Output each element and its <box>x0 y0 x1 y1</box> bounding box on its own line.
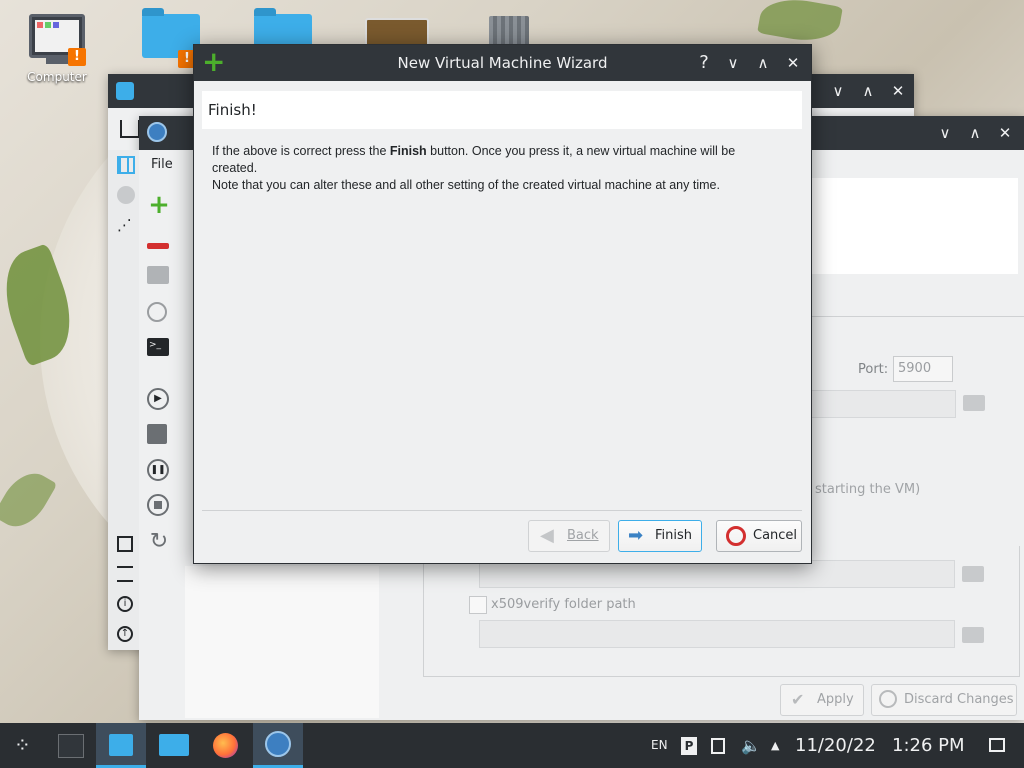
button-separator <box>202 510 802 511</box>
taskbar: ⁘ EN P 🔈 ▲ 11/20/22 1:26 PM <box>0 723 1024 768</box>
task-dolphin[interactable] <box>96 723 146 768</box>
expand-tray-icon[interactable]: ▲ <box>771 723 779 768</box>
discard-changes-button[interactable]: Discard Changes <box>871 684 1017 716</box>
wizard-heading: Finish! <box>208 101 257 119</box>
help-button[interactable]: ? <box>694 53 714 73</box>
close-button[interactable]: ✕ <box>888 81 908 101</box>
cancel-button[interactable]: Cancel <box>716 520 802 552</box>
maximize-button[interactable]: ∧ <box>858 81 878 101</box>
discard-label: Discard Changes <box>904 692 1014 707</box>
home-icon[interactable] <box>120 120 140 138</box>
disk-icon[interactable] <box>147 266 171 290</box>
app-launcher-button[interactable]: ⁘ <box>0 723 50 768</box>
field-bar-1[interactable] <box>810 390 956 418</box>
finish-button[interactable]: ➡ Finish <box>618 520 702 552</box>
port-label: Port: <box>858 362 889 377</box>
launcher-icon: ⁘ <box>14 733 31 757</box>
apply-label: Apply <box>817 692 854 707</box>
upload-icon[interactable]: ↑ <box>117 626 133 642</box>
back-arrow-icon: ◀ <box>540 525 554 546</box>
pause-icon[interactable]: ❚❚ <box>147 459 171 483</box>
sliders-icon[interactable] <box>117 566 133 582</box>
date-display[interactable]: 11/20/22 <box>795 723 876 768</box>
folder-icon <box>159 734 189 756</box>
volume-icon[interactable]: 🔈 <box>741 723 761 768</box>
minimize-button[interactable]: ∨ <box>723 53 743 73</box>
warning-icon: ! <box>68 48 86 66</box>
cancel-label: Cancel <box>753 528 798 543</box>
desktop-icon-computer[interactable]: ! Computer <box>22 14 92 84</box>
time-display[interactable]: 1:26 PM <box>892 723 965 768</box>
wizard-message: If the above is correct press the Finish… <box>212 143 782 194</box>
check-icon: ✔ <box>791 690 805 709</box>
more-icon[interactable] <box>117 186 135 204</box>
cancel-icon <box>726 526 746 546</box>
task-virt-manager[interactable] <box>253 723 303 768</box>
details-frame <box>423 546 1020 677</box>
maximize-button[interactable]: ∧ <box>753 53 773 73</box>
pager-button[interactable] <box>46 723 96 768</box>
clipboard-icon[interactable] <box>711 723 725 768</box>
vm-manager-app-icon <box>147 122 167 142</box>
wizard-plus-icon: + <box>202 45 226 78</box>
finish-label: Finish <box>655 528 693 543</box>
close-button[interactable]: ✕ <box>995 123 1015 143</box>
dialog-title: New Virtual Machine Wizard <box>397 54 608 72</box>
message-line-1: If the above is correct press the Finish… <box>212 144 736 175</box>
minimize-button[interactable]: ∨ <box>935 123 955 143</box>
apply-button[interactable]: ✔ Apply <box>780 684 864 716</box>
task-firefox[interactable] <box>201 723 251 768</box>
finish-arrow-icon: ➡ <box>628 525 644 546</box>
show-desktop-icon[interactable] <box>989 723 1005 768</box>
info-icon[interactable]: i <box>117 596 133 612</box>
firefox-icon <box>213 733 238 758</box>
outline-icon[interactable] <box>117 536 133 552</box>
back-button[interactable]: ◀ Back <box>528 520 610 552</box>
play-icon[interactable]: ▶ <box>147 388 171 412</box>
close-button[interactable]: ✕ <box>783 53 803 73</box>
remove-vm-icon[interactable] <box>147 234 171 258</box>
add-vm-icon[interactable]: + <box>147 192 171 218</box>
dialog-titlebar[interactable]: New Virtual Machine Wizard <box>194 45 811 81</box>
back-label: Back <box>567 528 599 543</box>
dolphin-icon <box>109 734 133 756</box>
stop-icon[interactable] <box>147 494 171 518</box>
new-vm-wizard-dialog[interactable]: New Virtual Machine Wizard + ? ∨ ∧ ✕ Fin… <box>193 44 812 564</box>
filemanager-app-icon <box>116 82 134 100</box>
wizard-header: Finish! <box>202 91 802 129</box>
message-line-2: Note that you can alter these and all ot… <box>212 178 720 192</box>
details-separator <box>810 316 1024 317</box>
details-header-panel <box>810 178 1018 274</box>
save-icon[interactable] <box>147 424 171 448</box>
refresh-icon[interactable]: ↻ <box>147 530 171 554</box>
clipboard-p-icon[interactable]: P <box>681 723 697 768</box>
port-spinbox[interactable]: 5900 <box>893 356 953 382</box>
maximize-button[interactable]: ∧ <box>965 123 985 143</box>
pager-icon <box>58 734 84 758</box>
folder-icon[interactable] <box>963 395 985 411</box>
sidebar-white-panel <box>185 566 379 718</box>
virt-manager-icon <box>265 731 291 757</box>
menu-file[interactable]: File <box>151 157 173 172</box>
minimize-button[interactable]: ∨ <box>828 81 848 101</box>
nav-icon[interactable]: ⋰ <box>117 216 132 234</box>
grid-view-icon[interactable] <box>117 156 135 174</box>
discard-icon <box>879 690 897 708</box>
keyboard-layout[interactable]: EN <box>651 723 668 768</box>
starting-hint: starting the VM) <box>815 482 921 497</box>
desktop-icon-label: Computer <box>27 70 87 84</box>
terminal-icon[interactable]: >_ <box>147 338 171 362</box>
task-file-manager[interactable] <box>149 723 199 768</box>
port-value: 5900 <box>898 361 932 376</box>
clock-icon[interactable] <box>147 302 171 326</box>
